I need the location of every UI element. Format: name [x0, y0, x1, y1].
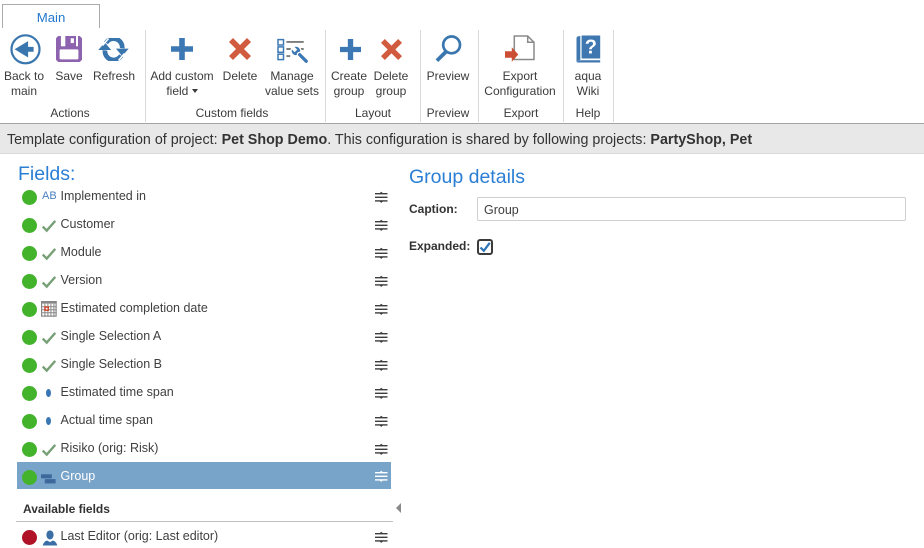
svg-text:?: ? — [585, 36, 597, 58]
